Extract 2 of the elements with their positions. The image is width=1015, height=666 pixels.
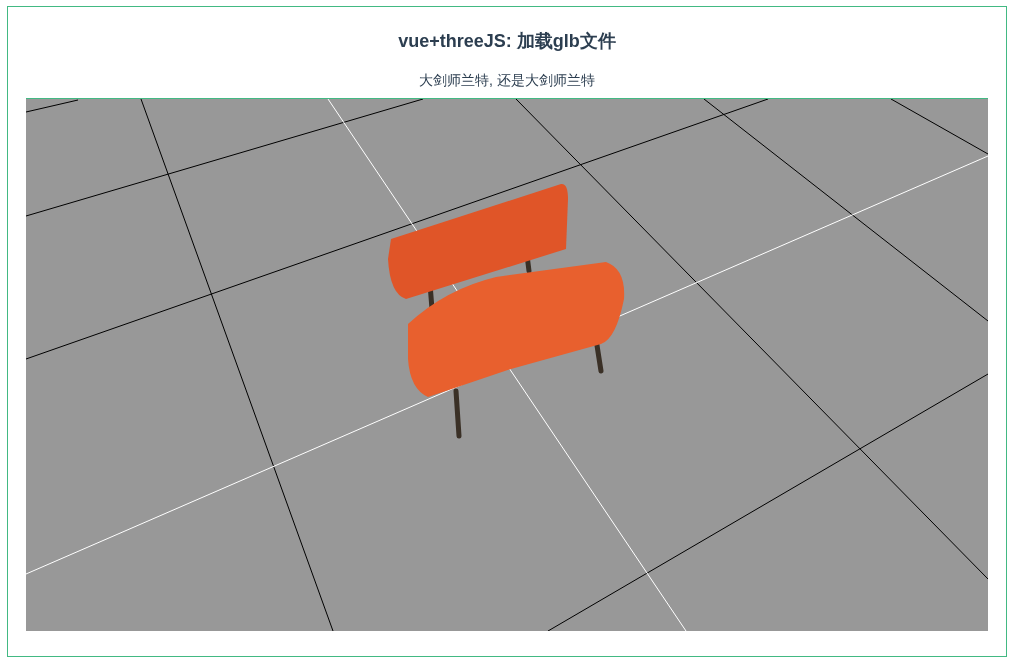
page-title: vue+threeJS: 加载glb文件 bbox=[398, 30, 616, 53]
page-subtitle: 大剑师兰特, 还是大剑师兰特 bbox=[419, 71, 595, 90]
